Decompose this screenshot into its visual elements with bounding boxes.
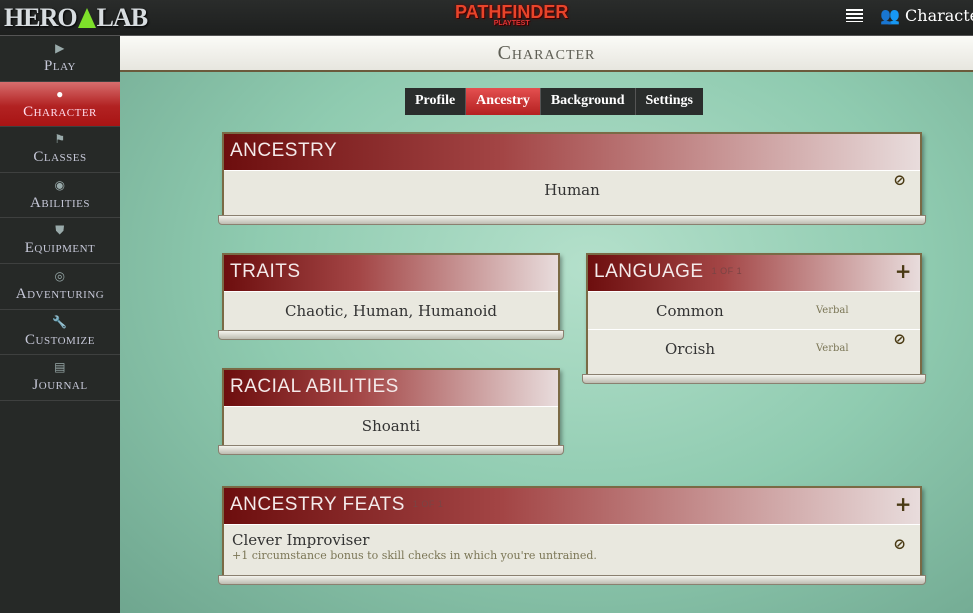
feat-row[interactable]: Clever Improviser +1 circumstance bonus … [224, 524, 920, 576]
language-row[interactable]: Common Verbal [588, 291, 920, 329]
panel-header: Racial Abilities [224, 370, 558, 406]
language-count: 1 OF 1 [711, 266, 743, 276]
characters-button[interactable]: 👥 Characters [880, 6, 973, 25]
sidebar-label: Play [44, 58, 76, 74]
ancestry-value: Human [544, 181, 600, 199]
shield-icon: ⛊ [55, 223, 65, 238]
tab-background[interactable]: Background [541, 88, 636, 115]
add-icon[interactable]: + [895, 492, 912, 516]
sidebar-label: Character [23, 103, 97, 120]
racial-abilities-panel: Racial Abilities Shoanti [218, 368, 564, 455]
sidebar-item-play[interactable]: ▶ Play [0, 36, 120, 82]
pathfinder-logo: PATHFINDER PLAYTEST [455, 2, 568, 27]
tab-profile[interactable]: Profile [405, 88, 467, 115]
eye-icon: ◉ [54, 177, 66, 192]
panel-header: Traits [224, 255, 558, 291]
ancestry-panel: Ancestry Human ⊘ [218, 132, 926, 225]
panel-header: Ancestry [224, 134, 920, 170]
logo-text-right: LAB [96, 3, 148, 32]
feats-count: 1 OF 1 [412, 499, 444, 509]
sidebar-label: Equipment [24, 240, 96, 257]
remove-icon[interactable]: ⊘ [893, 535, 906, 553]
feat-description: +1 circumstance bonus to skill checks in… [232, 549, 597, 562]
ancestry-row[interactable]: Human ⊘ [224, 170, 920, 208]
logo-text-left: HERO [4, 3, 78, 32]
hero-lab-logo[interactable]: HERO LAB [4, 3, 148, 33]
sidebar: ▶ Play ● Character ⚑ Classes ◉ Abilities ⛊ Eq… [0, 36, 120, 613]
user-icon: ● [56, 86, 64, 101]
remove-icon[interactable]: ⊘ [893, 330, 906, 348]
panel-title: Language [594, 261, 704, 282]
language-type: Verbal [816, 343, 849, 354]
tab-settings[interactable]: Settings [636, 88, 703, 115]
book-icon: ▤ [54, 360, 66, 375]
language-panel: Language 1 OF 1 + Common Verbal Orcish Verba… [582, 253, 926, 384]
tab-ancestry[interactable]: Ancestry [466, 88, 541, 115]
language-type: Verbal [816, 305, 849, 316]
traits-panel: Traits Chaotic, Human, Humanoid [218, 253, 564, 340]
main-content: Character Profile Ancestry Background Se… [120, 36, 973, 613]
panel-title: Racial Abilities [230, 376, 399, 397]
panel-header: Ancestry Feats 1 OF 1 + [224, 488, 920, 524]
panel-header: Language 1 OF 1 + [588, 255, 920, 291]
flag-icon: ⚑ [54, 132, 66, 147]
flask-icon [77, 8, 96, 28]
sidebar-item-classes[interactable]: ⚑ Classes [0, 127, 120, 173]
sidebar-item-character[interactable]: ● Character [0, 81, 120, 128]
language-row[interactable]: Orcish Verbal ⊘ [588, 329, 920, 367]
traits-row: Chaotic, Human, Humanoid [224, 291, 558, 329]
racial-row[interactable]: Shoanti [224, 406, 558, 444]
sidebar-item-equipment[interactable]: ⛊ Equipment [0, 218, 120, 264]
play-icon: ▶ [55, 41, 65, 55]
sidebar-item-adventuring[interactable]: ◎ Adventuring [0, 264, 120, 310]
panel-title: Traits [230, 261, 301, 282]
ancestry-feats-panel: Ancestry Feats 1 OF 1 + Clever Improviser … [218, 486, 926, 585]
panel-title: Ancestry [230, 140, 338, 161]
sidebar-label: Journal [32, 377, 88, 394]
sidebar-label: Abilities [30, 194, 90, 211]
compass-icon: ◎ [54, 268, 66, 283]
racial-value: Shoanti [361, 417, 421, 435]
sidebar-item-customize[interactable]: 🔧 Customize [0, 310, 120, 356]
sidebar-item-abilities[interactable]: ◉ Abilities [0, 173, 120, 219]
remove-icon[interactable]: ⊘ [893, 171, 906, 189]
feat-name: Clever Improviser [232, 531, 370, 549]
sidebar-label: Classes [33, 149, 87, 166]
sidebar-label: Adventuring [15, 285, 105, 302]
add-icon[interactable]: + [895, 259, 912, 283]
list-icon[interactable] [846, 9, 863, 22]
sidebar-label: Customize [25, 331, 95, 348]
top-bar: HERO LAB PATHFINDERPLAYTEST 👥 Characters [0, 0, 973, 36]
sidebar-item-journal[interactable]: ▤ Journal [0, 355, 120, 401]
language-name: Common [656, 302, 724, 320]
language-name: Orcish [665, 340, 716, 358]
tab-bar: Profile Ancestry Background Settings [405, 88, 703, 115]
traits-value: Chaotic, Human, Humanoid [285, 302, 497, 320]
characters-label: Characters [905, 6, 973, 25]
users-icon: 👥 [880, 6, 900, 25]
wrench-icon: 🔧 [52, 314, 68, 329]
panel-title: Ancestry Feats [230, 494, 405, 515]
page-title: Character [120, 36, 973, 72]
brand-text: PATHFINDER [455, 2, 569, 22]
